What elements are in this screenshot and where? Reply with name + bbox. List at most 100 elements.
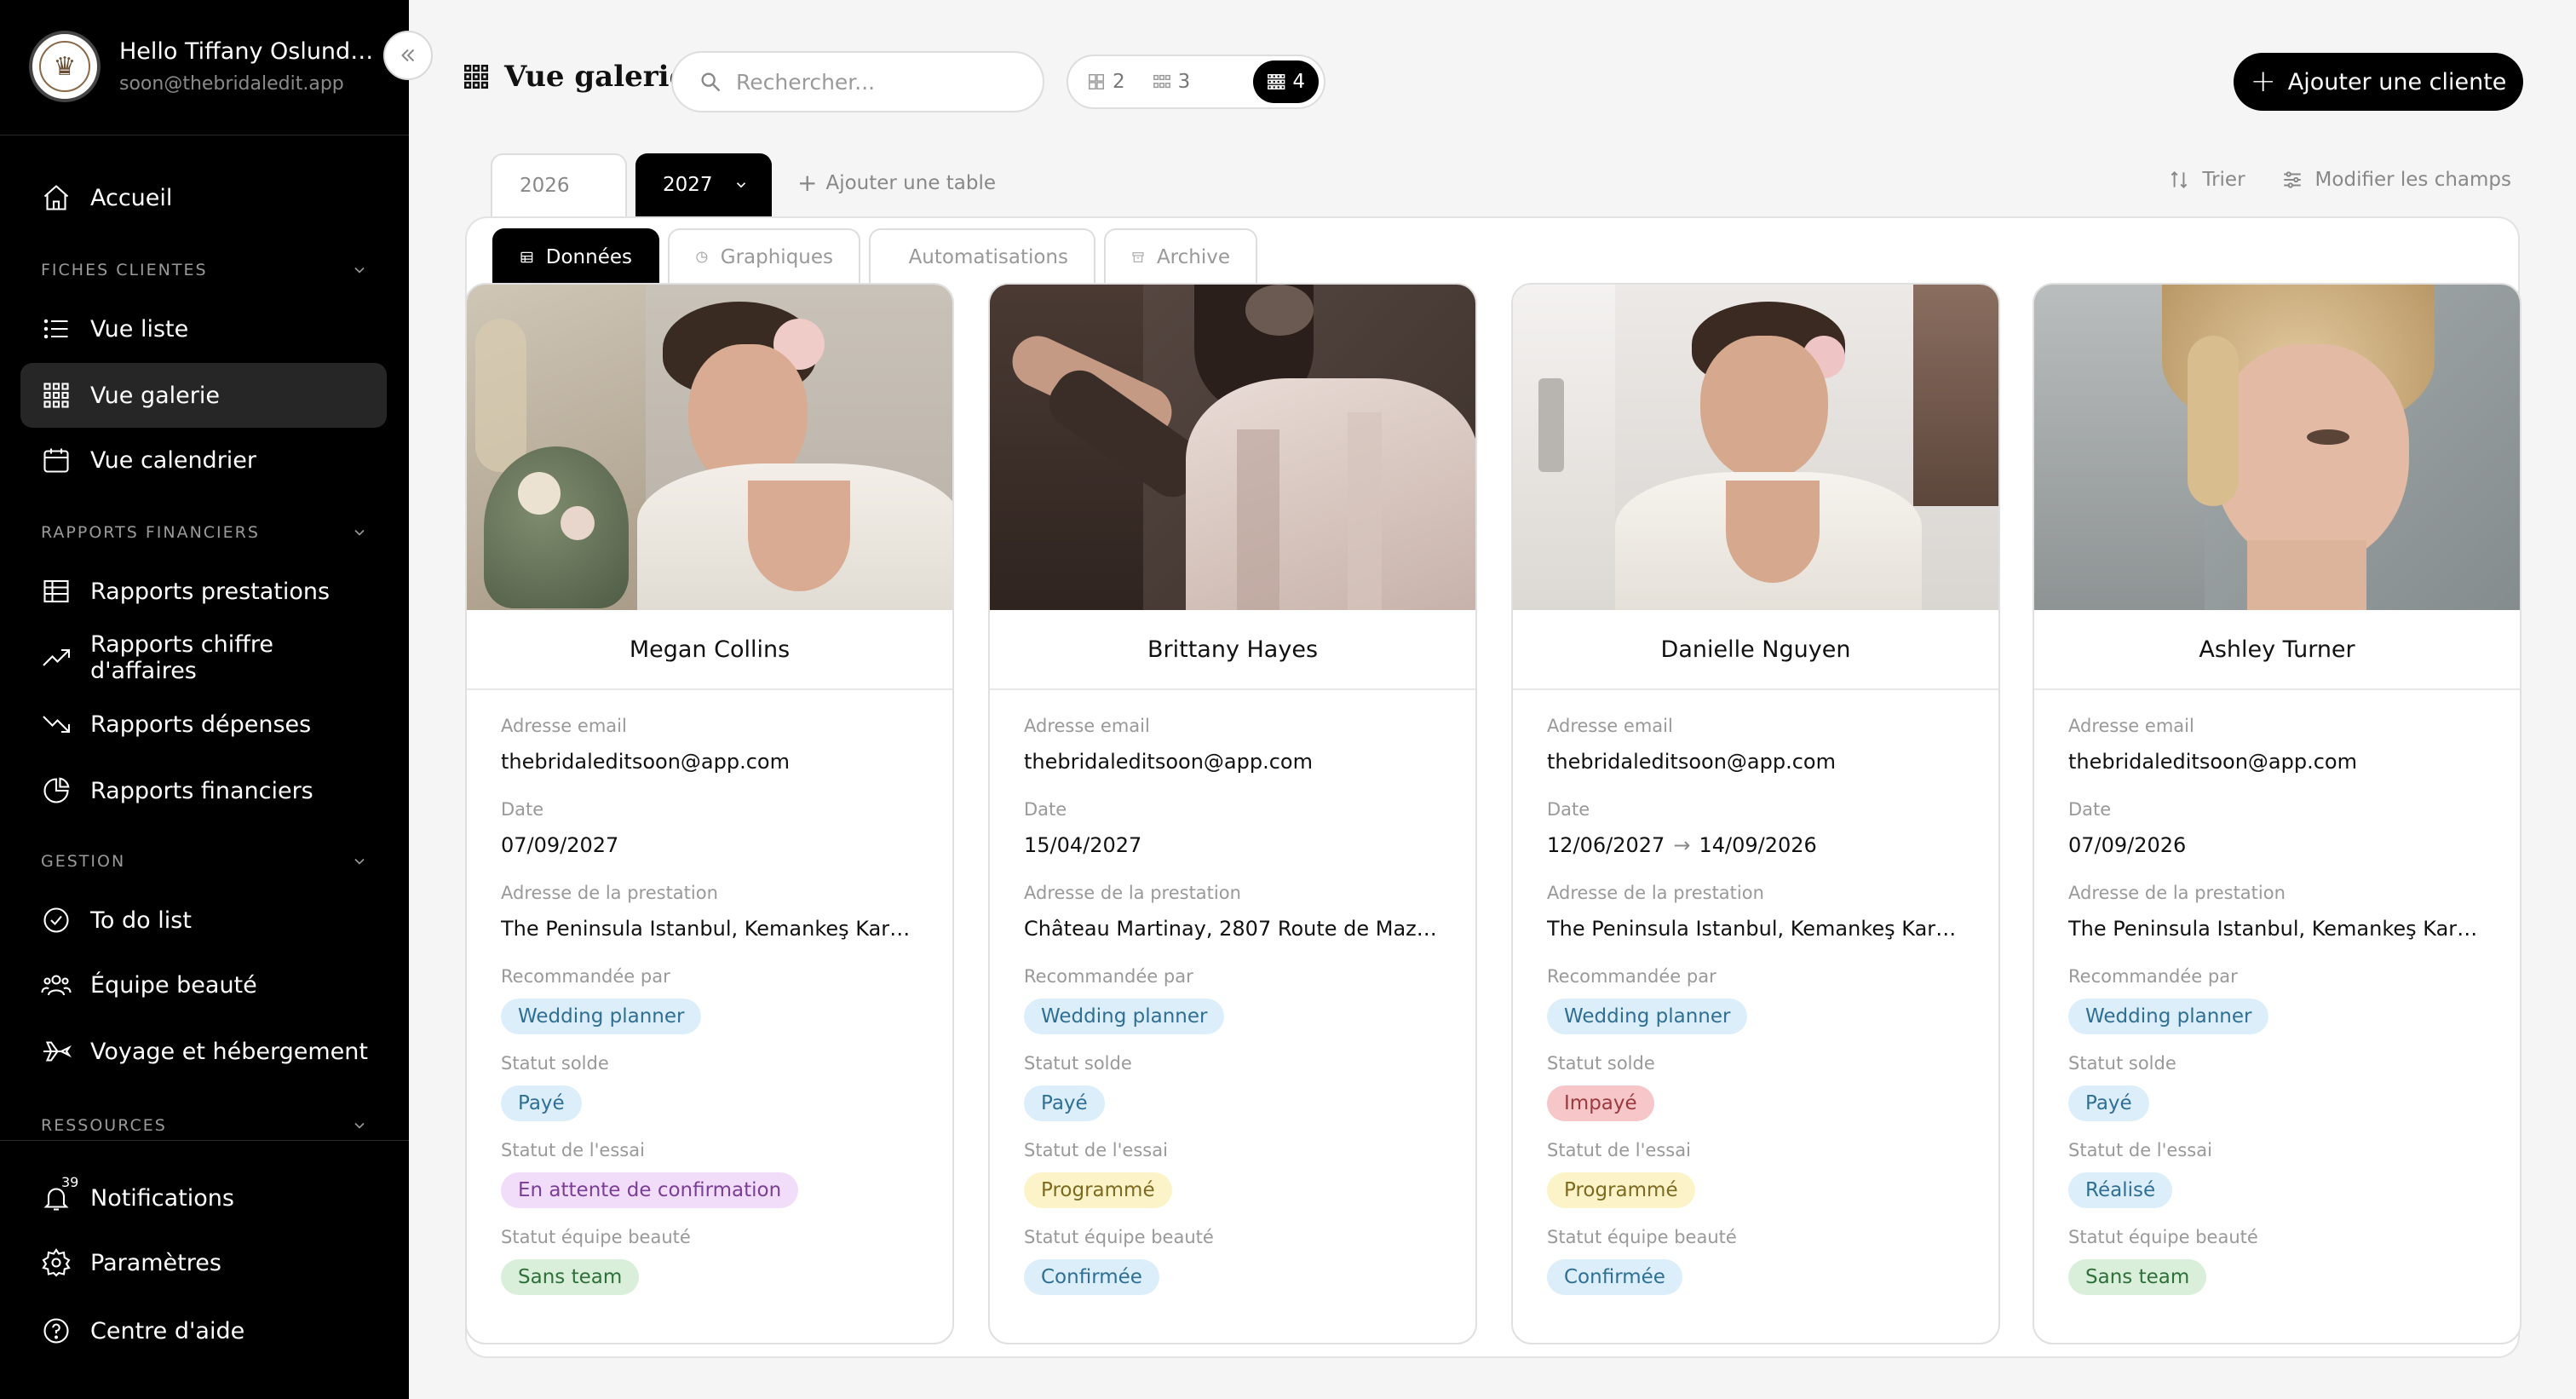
sidebar-item-list-view[interactable]: Vue liste — [20, 296, 387, 361]
section-management[interactable]: GESTION — [41, 852, 368, 871]
field-label: Statut solde — [501, 1053, 609, 1074]
column-count-label: 3 — [1177, 71, 1191, 93]
trial-status-tag: Programmé — [1024, 1172, 1172, 1208]
field-label: Statut solde — [1547, 1053, 1655, 1074]
sidebar-item-revenue-reports[interactable]: Rapports chiffre d'affaires — [20, 625, 387, 690]
date-value: 07/09/2027 — [501, 833, 619, 857]
field-label: Statut équipe beauté — [501, 1227, 691, 1247]
referred-tag: Wedding planner — [1024, 999, 1225, 1034]
date-value: 07/09/2026 — [2068, 833, 2187, 857]
table-tab-2027[interactable]: 2027 — [635, 153, 772, 216]
field-label: Recommandée par — [2068, 966, 2238, 987]
chevron-down-icon — [354, 1122, 365, 1129]
add-table-button[interactable]: + Ajouter une table — [797, 169, 996, 197]
client-card[interactable]: Brittany Hayes Adresse email thebridaledi… — [988, 283, 1477, 1344]
column-count-label: 2 — [1113, 71, 1125, 93]
tab-label: Données — [545, 246, 632, 268]
gear-icon — [39, 1246, 73, 1280]
sidebar-item-notifications[interactable]: 39 Notifications — [20, 1166, 387, 1230]
sidebar-item-financial-reports[interactable]: Rapports financiers — [20, 758, 387, 823]
sidebar-item-label: Centre d'aide — [90, 1317, 245, 1344]
column-selector: 2 3 4 — [1067, 55, 1325, 109]
email-value: thebridaleditsoon@app.com — [2068, 750, 2357, 774]
table-tab-2026[interactable]: 2026 — [491, 153, 627, 216]
sidebar-item-expense-reports[interactable]: Rapports dépenses — [20, 692, 387, 757]
section-financial-reports[interactable]: RAPPORTS FINANCIERS — [41, 523, 368, 542]
date-start: 12/06/2027 — [1547, 833, 1665, 857]
referred-tag: Wedding planner — [2068, 999, 2269, 1034]
team-status-tag: Confirmée — [1024, 1259, 1159, 1295]
field-label: Statut de l'essai — [1547, 1140, 1691, 1160]
profile[interactable]: ♛ Hello Tiffany Oslund Be... soon@thebri… — [29, 31, 375, 102]
list-icon — [39, 312, 73, 346]
trend-up-icon — [39, 641, 73, 675]
venue-value: The Peninsula Istanbul, Kemankeş Karam..… — [501, 917, 918, 941]
column-count-label: 4 — [1292, 71, 1305, 93]
pie-chart-icon — [39, 774, 73, 808]
section-client-files[interactable]: FICHES CLIENTES — [41, 261, 368, 279]
team-icon — [39, 968, 73, 1002]
sidebar-item-todo[interactable]: To do list — [20, 888, 387, 953]
sidebar-item-label: Notifications — [90, 1184, 234, 1212]
calendar-icon — [39, 443, 73, 477]
sidebar: ♛ Hello Tiffany Oslund Be... soon@thebri… — [0, 0, 409, 1399]
tab-archive[interactable]: Archive — [1104, 228, 1257, 285]
tab-automations[interactable]: Automatisations — [869, 228, 1095, 285]
sidebar-item-travel[interactable]: Voyage et hébergement — [20, 1019, 387, 1084]
client-card[interactable]: Danielle Nguyen Adresse email thebridaled… — [1511, 283, 2000, 1344]
add-client-button[interactable]: + Ajouter une cliente — [2234, 53, 2523, 111]
grid-small-icon — [1268, 74, 1285, 89]
sidebar-item-calendar-view[interactable]: Vue calendrier — [20, 428, 387, 492]
section-resources[interactable]: RESSOURCES — [41, 1116, 368, 1135]
client-card[interactable]: Ashley Turner Adresse email thebridaledit… — [2033, 283, 2521, 1344]
field-label: Statut solde — [2068, 1053, 2176, 1074]
sidebar-item-service-reports[interactable]: Rapports prestations — [20, 559, 387, 624]
trial-status-tag: En attente de confirmation — [501, 1172, 799, 1208]
tab-charts[interactable]: Graphiques — [668, 228, 860, 285]
sidebar-item-label: Rapports prestations — [90, 578, 331, 605]
search-input[interactable] — [736, 69, 1026, 95]
date-range-value: 12/06/2027 → 14/09/2026 — [1547, 833, 1964, 857]
client-card[interactable]: Megan Collins Adresse email thebridaledit… — [465, 283, 954, 1344]
collapse-sidebar-button[interactable] — [383, 31, 433, 80]
pie-chart-icon — [696, 251, 708, 263]
sort-button[interactable]: Trier — [2168, 169, 2245, 191]
plane-icon — [39, 1034, 73, 1068]
trial-status-tag: Programmé — [1547, 1172, 1695, 1208]
sidebar-item-help[interactable]: Centre d'aide — [20, 1298, 387, 1363]
client-photo — [467, 285, 952, 610]
edit-fields-button[interactable]: Modifier les champs — [2281, 169, 2511, 191]
columns-3-option[interactable]: 3 — [1139, 60, 1205, 103]
sidebar-item-label: Vue galerie — [90, 382, 220, 409]
sidebar-item-gallery-view[interactable]: Vue galerie — [20, 363, 387, 428]
email-value: thebridaleditsoon@app.com — [1547, 750, 1836, 774]
balance-status-tag: Payé — [1024, 1085, 1105, 1121]
venue-value: Château Martinay, 2807 Route de Mazan,..… — [1024, 917, 1441, 941]
sidebar-item-home[interactable]: Accueil — [20, 165, 387, 230]
sidebar-item-settings[interactable]: Paramètres — [20, 1230, 387, 1295]
help-icon — [39, 1314, 73, 1348]
sort-label: Trier — [2202, 169, 2245, 191]
sidebar-item-label: Rapports financiers — [90, 777, 313, 804]
bell-icon: 39 — [39, 1174, 78, 1215]
sidebar-item-beauty-team[interactable]: Équipe beauté — [20, 953, 387, 1017]
field-label: Recommandée par — [501, 966, 670, 987]
field-label: Recommandée par — [1024, 966, 1193, 987]
field-label: Statut équipe beauté — [2068, 1227, 2258, 1247]
sidebar-item-label: Voyage et hébergement — [90, 1038, 368, 1065]
team-status-tag: Sans team — [2068, 1259, 2207, 1295]
team-status-tag: Confirmée — [1547, 1259, 1682, 1295]
client-photo — [2034, 285, 2520, 610]
venue-value: The Peninsula Istanbul, Kemankeş Karam..… — [1547, 917, 1964, 941]
field-label: Statut de l'essai — [2068, 1140, 2212, 1160]
columns-4-option[interactable]: 4 — [1253, 60, 1319, 103]
field-label: Statut équipe beauté — [1024, 1227, 1214, 1247]
field-label: Adresse email — [1547, 716, 1673, 736]
grid-small-icon — [1089, 74, 1104, 89]
client-photo — [990, 285, 1475, 610]
columns-2-option[interactable]: 2 — [1073, 60, 1139, 103]
tab-data[interactable]: Données — [492, 228, 659, 285]
search-box[interactable] — [671, 51, 1044, 112]
balance-status-tag: Payé — [2068, 1085, 2149, 1121]
add-client-label: Ajouter une cliente — [2287, 68, 2507, 95]
